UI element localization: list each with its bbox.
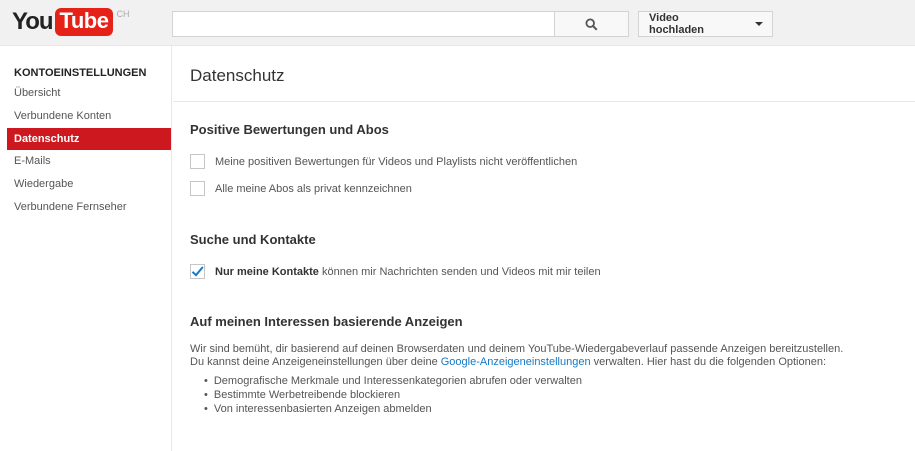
option-subscriptions-private: Alle meine Abos als privat kennzeichnen: [190, 181, 412, 196]
ads-description: Wir sind bemüht, dir basierend auf deine…: [190, 343, 900, 369]
ads-line-1: Wir sind bemüht, dir basierend auf deine…: [190, 343, 844, 355]
section-heading-ratings: Positive Bewertungen und Abos: [190, 122, 389, 137]
search-input[interactable]: [172, 11, 555, 37]
option-label: Alle meine Abos als privat kennzeichnen: [215, 182, 412, 195]
search-bar: [172, 11, 629, 37]
page-title: Datenschutz: [190, 66, 285, 85]
option-label: Nur meine Kontakte können mir Nachrichte…: [215, 266, 601, 278]
option-label: Meine positiven Bewertungen für Videos u…: [215, 155, 578, 168]
masthead: You Tube CH Video hochladen: [0, 0, 915, 46]
list-item: Demografische Merkmale und Interessenkat…: [204, 374, 582, 388]
sidebar-item-connected-tvs[interactable]: Verbundene Fernseher: [7, 196, 171, 218]
caret-down-icon: [755, 22, 763, 26]
option-label-rest: können mir Nachrichten senden und Videos…: [318, 265, 601, 278]
ads-options-list: Demografische Merkmale und Interessenkat…: [204, 374, 582, 416]
ads-line-2: Du kannst deine Anzeigeneinstellungen üb…: [190, 356, 900, 369]
sidebar-item-connected-accounts[interactable]: Verbundene Konten: [7, 105, 171, 127]
ads-line-2-after: verwalten. Hier hast du die folgenden Op…: [590, 356, 827, 368]
checkbox-subscriptions-private[interactable]: [190, 181, 205, 196]
sidebar-item-playback[interactable]: Wiedergabe: [7, 173, 171, 195]
youtube-logo[interactable]: You Tube CH: [12, 8, 129, 36]
title-divider: [173, 101, 915, 102]
sidebar-heading: KONTOEINSTELLUNGEN: [14, 67, 147, 79]
sidebar-item-privacy[interactable]: Datenschutz: [7, 128, 171, 150]
checkmark-icon: [191, 266, 204, 277]
sidebar-item-overview[interactable]: Übersicht: [7, 82, 171, 104]
settings-sidebar: KONTOEINSTELLUNGEN Übersicht Verbundene …: [0, 46, 172, 451]
sidebar-item-emails[interactable]: E-Mails: [7, 150, 171, 172]
list-item: Von interessenbasierten Anzeigen abmelde…: [204, 402, 582, 416]
section-heading-ads: Auf meinen Interessen basierende Anzeige…: [190, 314, 463, 329]
checkbox-ratings-private[interactable]: [190, 154, 205, 169]
upload-video-button[interactable]: Video hochladen: [638, 11, 747, 37]
google-ad-settings-link[interactable]: Google-Anzeigeneinstellungen: [441, 356, 591, 368]
ads-line-2-before: Du kannst deine Anzeigeneinstellungen üb…: [190, 356, 441, 368]
logo-you-text: You: [12, 8, 54, 35]
option-ratings-private: Meine positiven Bewertungen für Videos u…: [190, 154, 577, 169]
section-heading-search-contacts: Suche und Kontakte: [190, 232, 316, 247]
checkbox-contacts-only[interactable]: [190, 264, 205, 279]
upload-menu-button[interactable]: [746, 11, 773, 37]
logo-tube-text: Tube: [54, 8, 114, 36]
option-label-bold: Nur meine Kontakte: [215, 265, 319, 278]
logo-country-code: CH: [116, 9, 130, 19]
list-item: Bestimmte Werbetreibende blockieren: [204, 388, 582, 402]
search-icon: [585, 17, 598, 31]
search-button[interactable]: [554, 11, 629, 37]
option-contacts-only: Nur meine Kontakte können mir Nachrichte…: [190, 264, 601, 279]
